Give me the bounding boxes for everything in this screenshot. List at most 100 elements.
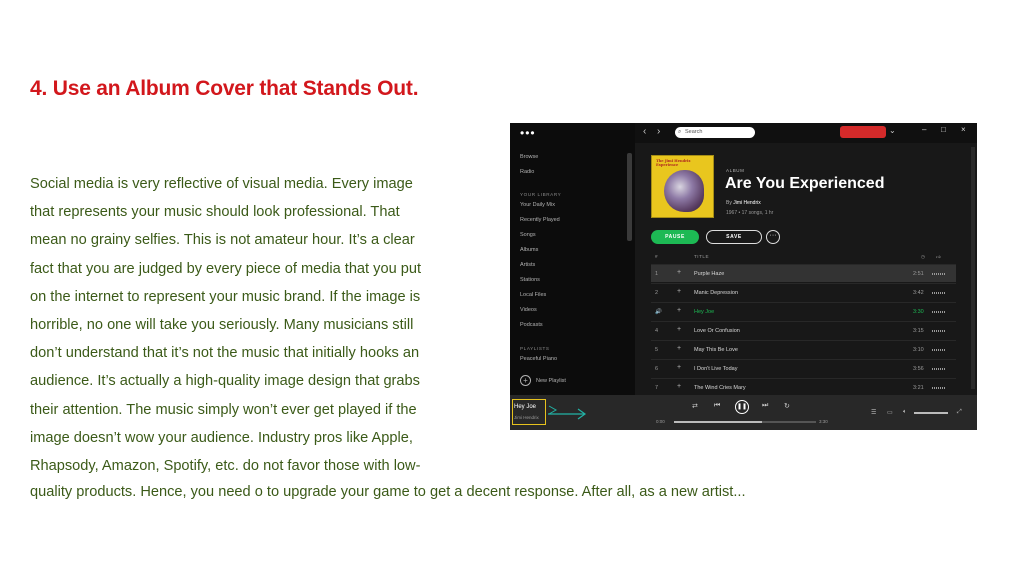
body-paragraph-last-line: quality products. Hence, you need o to u… — [30, 484, 746, 500]
paragraph-line: don’t understand that it’s not the music… — [30, 345, 420, 362]
paragraph-line: fact that you are judged by every piece … — [30, 260, 422, 277]
paragraph-line: audience. It’s actually a high-quality i… — [30, 373, 420, 390]
sidebar-item-stations[interactable]: Stations — [520, 277, 540, 283]
chevron-down-icon[interactable]: ⌄ — [889, 126, 896, 135]
add-track-icon[interactable]: + — [677, 364, 681, 371]
col-number: # — [655, 254, 659, 259]
track-row[interactable]: 🔊 + Hey Joe 3:30 — [651, 302, 956, 320]
sidebar-item-podcasts[interactable]: Podcasts — [520, 322, 543, 328]
paragraph-line: Social media is very reflective of visua… — [30, 176, 413, 192]
add-track-icon[interactable]: + — [677, 383, 681, 390]
add-track-icon[interactable]: + — [677, 307, 681, 314]
play-pause-button[interactable]: ❚❚ — [735, 400, 749, 414]
thumbs-up-icon: 👍︎ — [936, 254, 942, 259]
track-title[interactable]: Hey Joe — [694, 309, 714, 315]
track-title[interactable]: I Don't Live Today — [694, 366, 737, 372]
save-button[interactable]: SAVE — [706, 230, 762, 244]
track-row[interactable]: 5 + May This Be Love 3:10 — [651, 340, 956, 358]
volume-icon[interactable]: 🔈︎ — [903, 409, 907, 416]
popularity-bar — [932, 292, 946, 294]
next-icon[interactable]: ⏭︎ — [762, 402, 768, 410]
track-number: 6 — [655, 366, 659, 372]
popularity-bar — [932, 368, 946, 370]
clock-icon: ◷ — [921, 254, 926, 259]
shuffle-icon[interactable]: ⇄ — [692, 402, 698, 410]
sidebar-scrollbar[interactable] — [627, 153, 632, 241]
queue-icon[interactable]: ☰ — [871, 409, 876, 416]
track-row[interactable]: 6 + I Don't Live Today 3:56 — [651, 359, 956, 377]
search-placeholder: Search — [685, 129, 703, 135]
track-number: 7 — [655, 385, 659, 391]
minimize-button[interactable]: – — [922, 125, 926, 134]
repeat-icon[interactable]: ↻ — [784, 402, 790, 410]
back-arrow-icon[interactable]: ‹ — [643, 126, 646, 137]
spotify-screenshot: ••• Browse Radio YOUR LIBRARY Your Daily… — [510, 123, 977, 430]
sidebar-item-local-files[interactable]: Local Files — [520, 292, 546, 298]
track-title[interactable]: The Wind Cries Mary — [694, 385, 746, 391]
album-title: Are You Experienced — [725, 175, 885, 192]
album-label: ALBUM — [726, 168, 745, 173]
page-heading: 4. Use an Album Cover that Stands Out. — [30, 77, 419, 100]
close-button[interactable]: × — [961, 125, 966, 134]
progress-bar[interactable] — [674, 421, 816, 423]
search-input[interactable]: ⌕ Search — [675, 127, 755, 138]
forward-arrow-icon[interactable]: › — [657, 126, 660, 137]
sidebar-item-daily-mix[interactable]: Your Daily Mix — [520, 202, 555, 208]
volume-slider[interactable] — [914, 412, 948, 414]
album-meta: 1967 • 17 songs, 1 hr — [726, 210, 774, 216]
sidebar-playlist-item[interactable]: Peaceful Piano — [520, 356, 557, 362]
sidebar-item-radio[interactable]: Radio — [520, 169, 534, 175]
devices-icon[interactable]: ▭ — [887, 409, 893, 416]
previous-icon[interactable]: ⏮︎ — [714, 402, 720, 410]
col-title[interactable]: TITLE — [694, 254, 709, 259]
sidebar-item-browse[interactable]: Browse — [520, 154, 538, 160]
sidebar-item-songs[interactable]: Songs — [520, 232, 536, 238]
track-title[interactable]: May This Be Love — [694, 347, 738, 353]
popularity-bar — [932, 387, 946, 389]
popularity-bar — [932, 273, 946, 275]
track-row[interactable]: 7 + The Wind Cries Mary 3:21 — [651, 378, 956, 396]
album-cover-text: The Jimi Hendrix Experience — [656, 159, 691, 167]
track-number: 4 — [655, 328, 659, 334]
track-title[interactable]: Love Or Confusion — [694, 328, 740, 334]
sidebar-item-albums[interactable]: Albums — [520, 247, 538, 253]
sidebar-item-recently-played[interactable]: Recently Played — [520, 217, 560, 223]
track-row[interactable]: 2 + Manic Depression 3:42 — [651, 283, 956, 301]
add-track-icon[interactable]: + — [677, 269, 681, 276]
sidebar-item-videos[interactable]: Videos — [520, 307, 537, 313]
paragraph-line: Rhapsody, Amazon, Spotify, etc. do not f… — [30, 458, 421, 475]
more-options-button[interactable]: ··· — [766, 230, 780, 244]
progress-fill — [674, 421, 763, 423]
top-bar: ‹ › ⌕ Search ⌄ – □ × — [635, 123, 977, 143]
track-number: 5 — [655, 347, 659, 353]
redacted-username — [840, 126, 886, 138]
track-title[interactable]: Purple Haze — [694, 271, 724, 277]
pause-button[interactable]: PAUSE — [651, 230, 699, 244]
add-track-icon[interactable]: + — [677, 326, 681, 333]
add-track-icon[interactable]: + — [677, 345, 681, 352]
paragraph-line: that represents your music should look p… — [30, 204, 400, 221]
new-playlist-button[interactable]: + New Playlist — [520, 375, 566, 386]
popularity-bar — [932, 330, 946, 332]
teal-arrow-icon — [548, 408, 587, 420]
track-number: 2 — [655, 290, 659, 296]
paragraph-line: image doesn’t wow your audience. Industr… — [30, 429, 413, 446]
add-track-icon[interactable]: + — [677, 288, 681, 295]
track-table-header: # TITLE ◷ 👍︎ — [651, 253, 956, 263]
track-title[interactable]: Manic Depression — [694, 290, 738, 296]
sidebar-playlists-heading: PLAYLISTS — [520, 346, 550, 351]
sidebar: ••• Browse Radio YOUR LIBRARY Your Daily… — [510, 123, 635, 395]
main-scrollbar[interactable] — [971, 147, 975, 389]
popularity-bar — [932, 349, 946, 351]
menu-dots-icon[interactable]: ••• — [520, 126, 536, 140]
main-panel: ‹ › ⌕ Search ⌄ – □ × The Jimi Hendrix Ex… — [635, 123, 977, 395]
track-row[interactable]: 1 + Purple Haze 2:51 — [651, 264, 956, 282]
artist-link[interactable]: Jimi Hendrix — [733, 200, 761, 206]
sidebar-item-artists[interactable]: Artists — [520, 262, 535, 268]
fullscreen-icon[interactable]: ⤢ — [957, 409, 962, 416]
paragraph-line: horrible, no one will take you seriously… — [30, 317, 414, 334]
body-paragraph: Social media is very reflective of visua… — [30, 170, 488, 480]
track-row[interactable]: 4 + Love Or Confusion 3:15 — [651, 321, 956, 339]
maximize-button[interactable]: □ — [941, 125, 946, 134]
track-duration: 2:51 — [913, 271, 924, 277]
